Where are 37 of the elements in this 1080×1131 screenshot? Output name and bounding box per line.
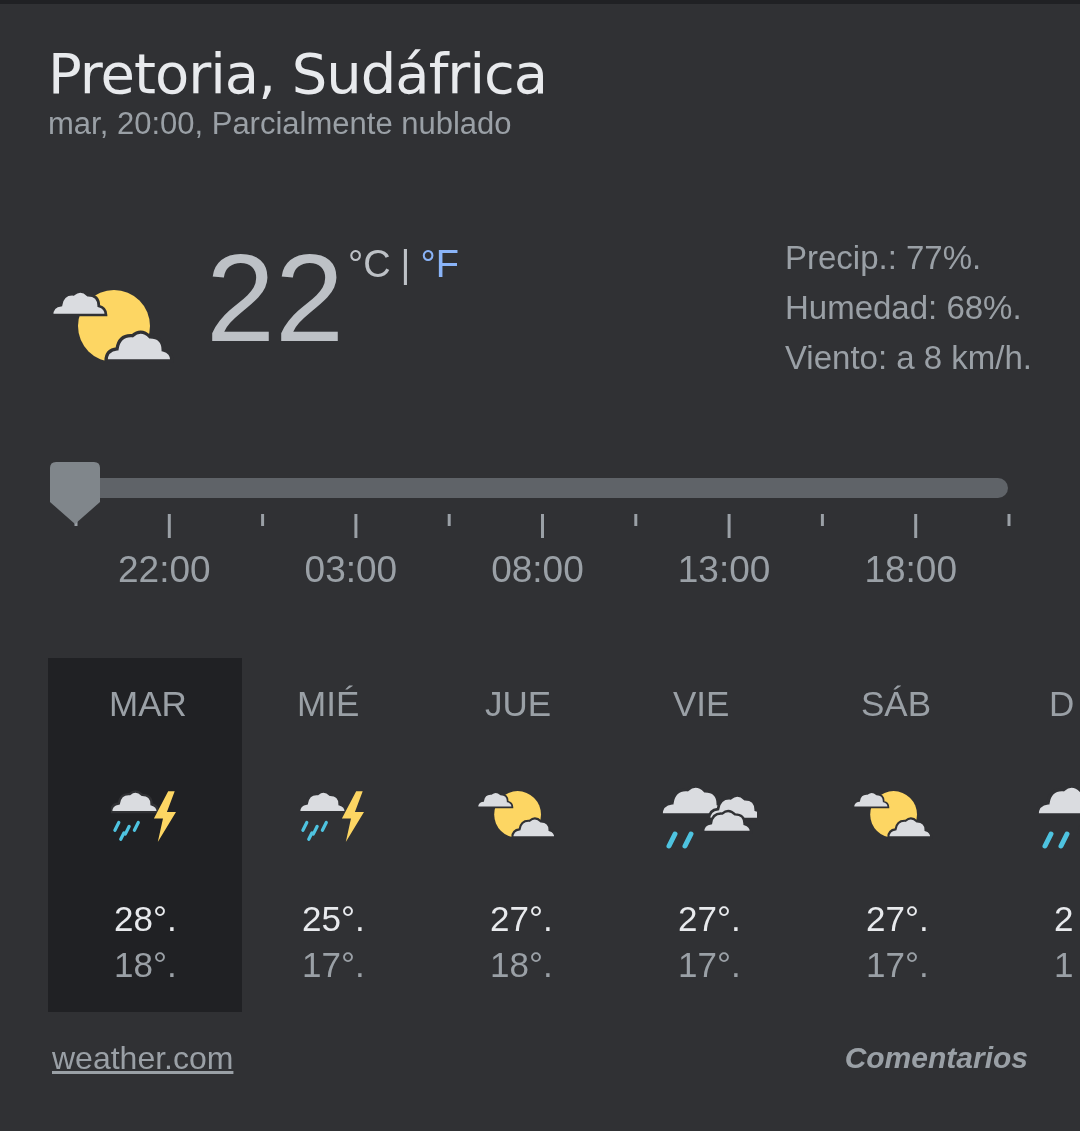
fahrenheit-link[interactable]: °F [420, 244, 459, 284]
low-temperature: 18°. [113, 944, 177, 986]
low-temperature: 18°. [489, 944, 553, 986]
weather-detail: Humedad: 68%. [784, 288, 1023, 328]
temperature: 22 [206, 236, 344, 369]
time-label: 03:00 [304, 548, 398, 592]
high-temperature: 25°. [301, 898, 365, 940]
time-label: 08:00 [491, 548, 584, 592]
source-link[interactable]: weather.com [52, 1038, 234, 1078]
time-slider[interactable] [50, 462, 1008, 524]
low-temperature: 17°. [865, 944, 929, 986]
celsius-unit[interactable]: °C [347, 244, 391, 284]
day-name: MAR [108, 684, 187, 724]
weather-detail: Viento: a 8 km/h. [784, 338, 1032, 378]
high-temperature: 27°. [865, 898, 929, 940]
day-name: D [1048, 684, 1075, 724]
low-temperature: 17°. [301, 944, 365, 986]
time-label: 13:00 [677, 548, 771, 592]
location-title: Pretoria, Sudáfrica [48, 42, 549, 106]
weather-detail: Precip.: 77%. [784, 238, 983, 278]
day-name: SÁB [860, 684, 932, 724]
time-label: 22:00 [118, 548, 211, 592]
high-temperature: 27°. [677, 898, 741, 940]
low-temperature: 1 [1053, 944, 1074, 986]
subtitle: mar, 20:00, Parcialmente nublado [48, 105, 513, 143]
high-temperature: 2 [1053, 898, 1074, 940]
day-name: JUE [484, 684, 552, 724]
low-temperature: 17°. [677, 944, 741, 986]
time-label: 18:00 [864, 548, 957, 592]
high-temperature: 28°. [113, 898, 177, 940]
day-name: VIE [672, 684, 730, 724]
slider-handle[interactable] [50, 462, 100, 524]
unit-separator: | [400, 244, 411, 284]
high-temperature: 27°. [489, 898, 553, 940]
day-forecast[interactable]: MAR 28°. 18°. [48, 658, 242, 1012]
feedback-link[interactable]: Comentarios [844, 1038, 1028, 1078]
day-name: MIÉ [296, 684, 360, 724]
